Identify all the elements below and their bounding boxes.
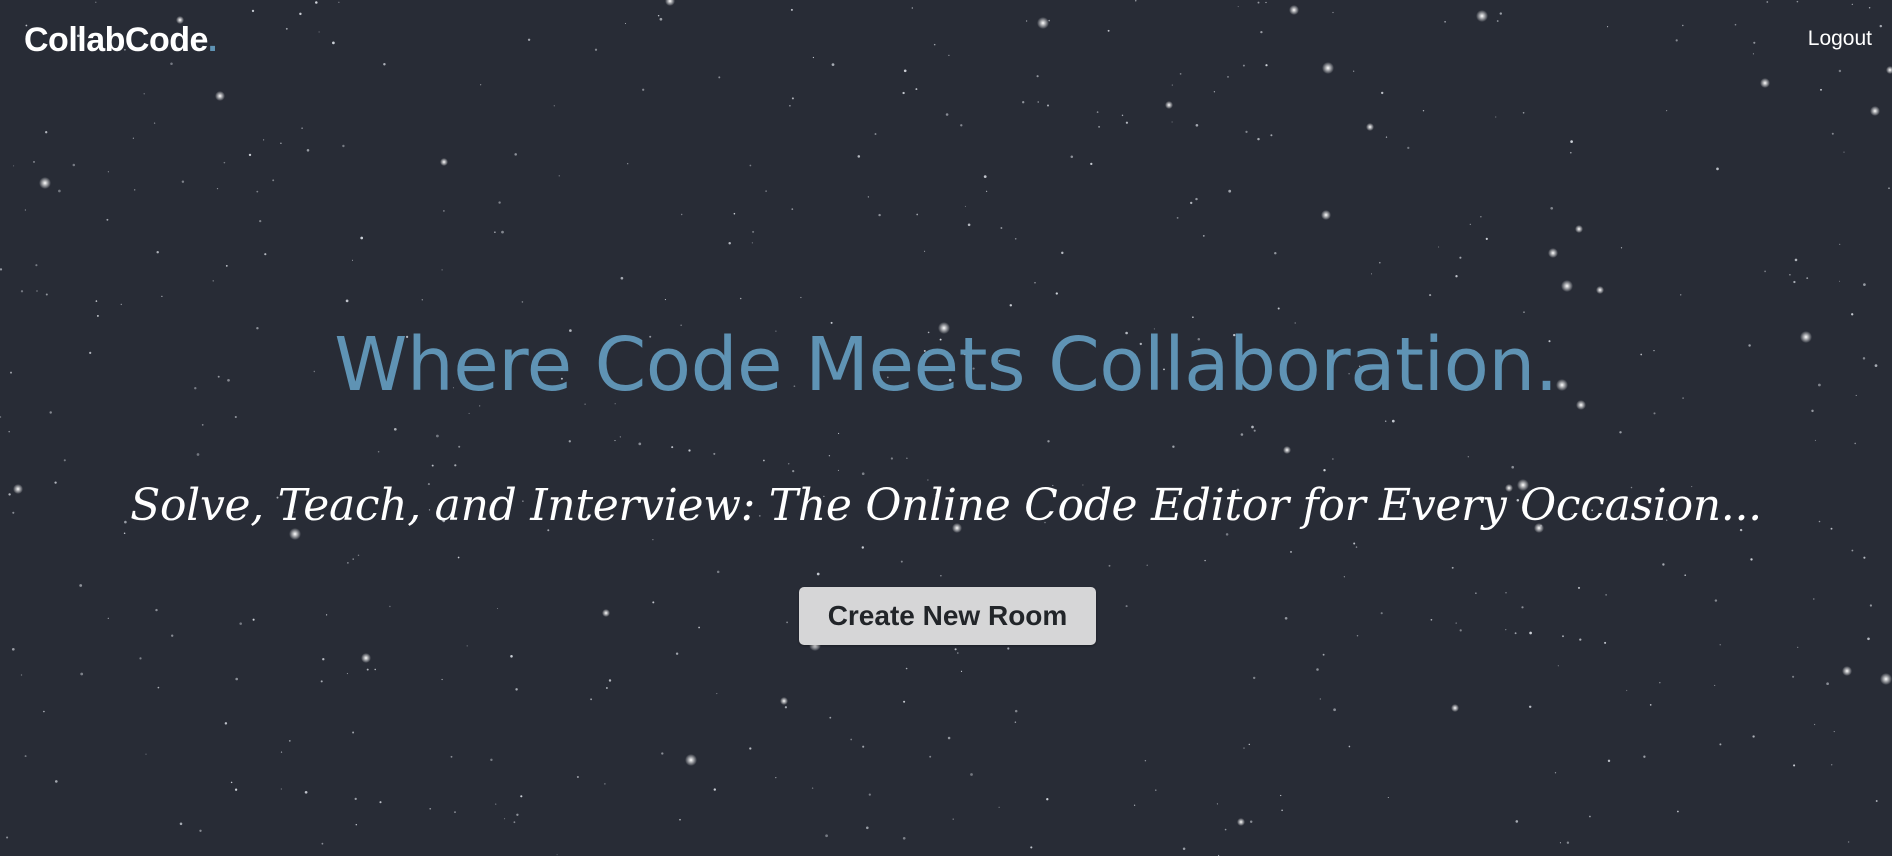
create-new-room-button[interactable]: Create New Room: [799, 587, 1096, 645]
logout-link[interactable]: Logout: [1808, 27, 1872, 51]
hero-section: Where Code Meets Collaboration. Solve, T…: [0, 0, 1892, 856]
logo-text: CollabCode: [24, 21, 208, 59]
hero-headline: Where Code Meets Collaboration.: [334, 322, 1558, 408]
collabcode-logo[interactable]: CollabCode.: [24, 18, 217, 62]
top-navbar: CollabCode. Logout: [0, 0, 1892, 80]
logo-dot: .: [207, 21, 217, 59]
hero-subheadline: Solve, Teach, and Interview: The Online …: [130, 480, 1762, 531]
